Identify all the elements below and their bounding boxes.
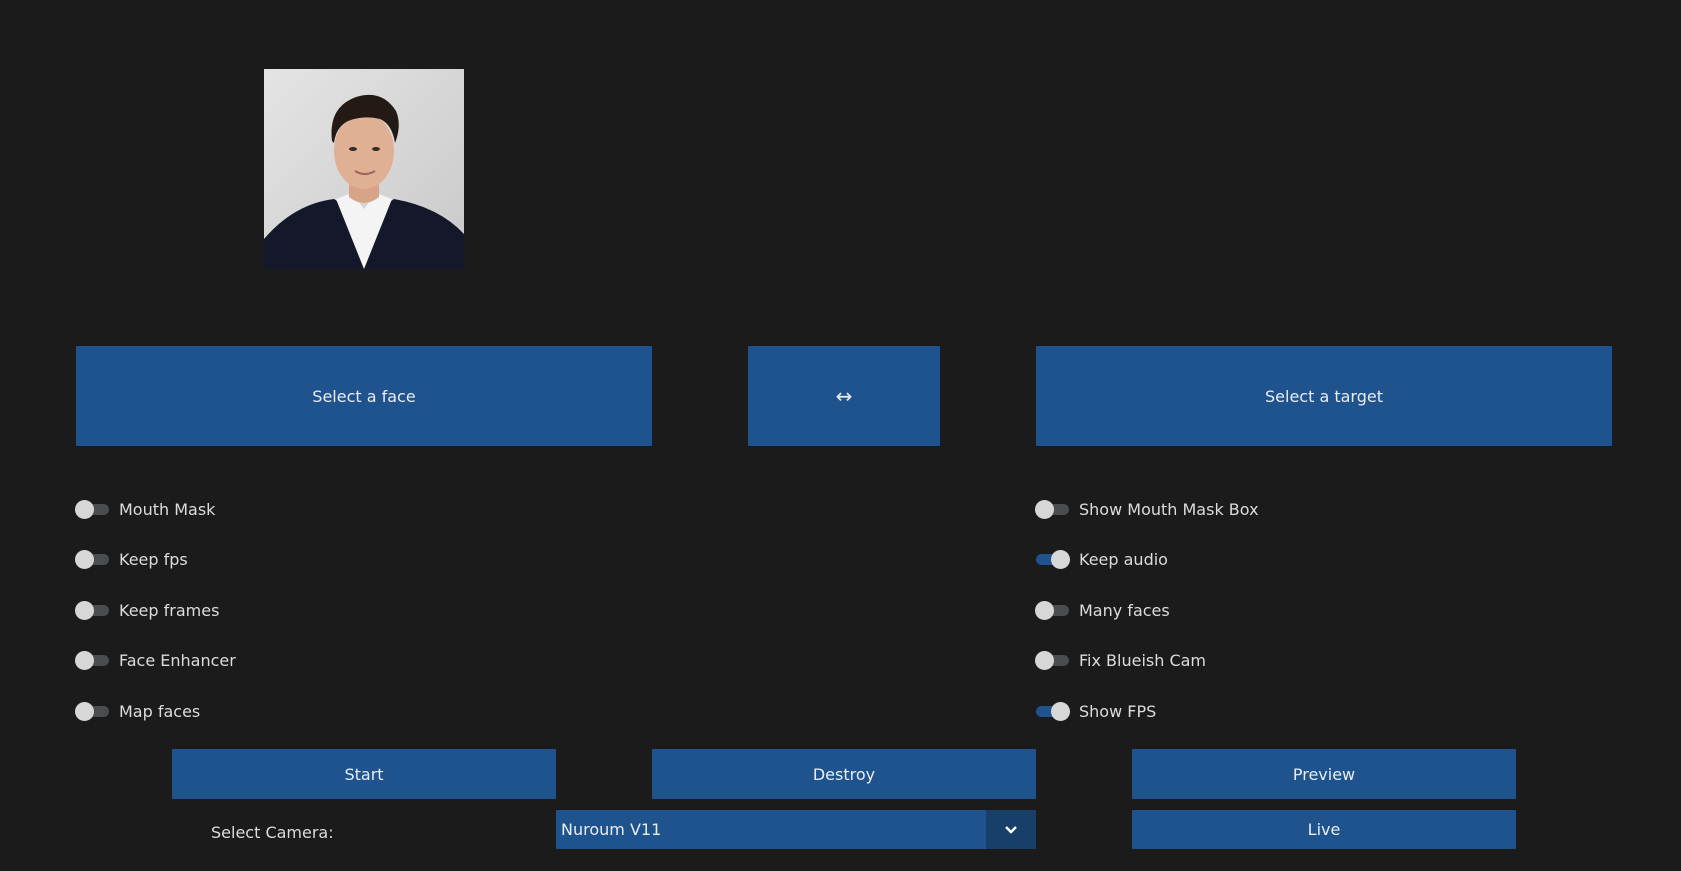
- switch-face-enhancer[interactable]: Face Enhancer: [75, 648, 236, 672]
- switch-map-faces[interactable]: Map faces: [75, 699, 201, 723]
- switch-label: Show FPS: [1079, 701, 1157, 721]
- live-button[interactable]: Live: [1132, 810, 1516, 849]
- toggle-knob: [1035, 600, 1054, 620]
- switch-mouth-mask[interactable]: Mouth Mask: [75, 497, 216, 521]
- toggle-switch[interactable]: [1035, 650, 1069, 670]
- chevron-down-icon[interactable]: [986, 810, 1036, 849]
- switch-label: Show Mouth Mask Box: [1079, 499, 1259, 519]
- switch-show-mouth-mask-box[interactable]: Show Mouth Mask Box: [1035, 497, 1259, 521]
- switch-label: Keep audio: [1079, 549, 1168, 569]
- toggle-switch[interactable]: [75, 499, 109, 519]
- toggle-knob: [75, 650, 94, 670]
- toggle-knob: [1051, 701, 1070, 721]
- toggle-switch[interactable]: [1036, 701, 1070, 721]
- toggle-knob: [1035, 650, 1054, 670]
- switch-keep-frames[interactable]: Keep frames: [75, 598, 220, 622]
- camera-label: Select Camera:: [211, 823, 334, 842]
- toggle-knob: [1051, 549, 1070, 569]
- toggle-switch[interactable]: [1035, 499, 1069, 519]
- switch-keep-fps[interactable]: Keep fps: [75, 547, 188, 571]
- camera-selected-value: Nuroum V11: [561, 820, 662, 839]
- switch-label: Map faces: [119, 701, 201, 721]
- toggle-switch[interactable]: [75, 650, 109, 670]
- start-button[interactable]: Start: [172, 749, 556, 799]
- camera-select[interactable]: Nuroum V11: [556, 810, 1036, 849]
- toggle-knob: [1035, 499, 1054, 519]
- switch-many-faces[interactable]: Many faces: [1035, 598, 1170, 622]
- toggle-switch[interactable]: [75, 701, 109, 721]
- toggle-knob: [75, 701, 94, 721]
- select-face-button[interactable]: Select a face: [76, 346, 652, 446]
- destroy-button[interactable]: Destroy: [652, 749, 1036, 799]
- toggle-knob: [75, 549, 94, 569]
- switch-label: Fix Blueish Cam: [1079, 650, 1207, 670]
- toggle-knob: [75, 499, 94, 519]
- switch-show-fps[interactable]: Show FPS: [1036, 699, 1156, 723]
- portrait-illustration: [264, 69, 464, 269]
- source-face-image: [264, 69, 464, 269]
- chevron-down-glyph: [1005, 825, 1017, 834]
- switch-label: Keep frames: [119, 600, 220, 620]
- switch-keep-audio[interactable]: Keep audio: [1036, 547, 1168, 571]
- toggle-switch[interactable]: [1035, 600, 1069, 620]
- switch-label: Mouth Mask: [119, 499, 216, 519]
- toggle-switch[interactable]: [75, 549, 109, 569]
- switch-label: Face Enhancer: [119, 650, 236, 670]
- toggle-knob: [75, 600, 94, 620]
- switch-fix-blueish-cam[interactable]: Fix Blueish Cam: [1035, 648, 1207, 672]
- select-target-button[interactable]: Select a target: [1036, 346, 1612, 446]
- toggle-switch[interactable]: [75, 600, 109, 620]
- swap-button[interactable]: ↔: [748, 346, 940, 446]
- preview-button[interactable]: Preview: [1132, 749, 1516, 799]
- switch-label: Keep fps: [119, 549, 188, 569]
- switch-label: Many faces: [1079, 600, 1170, 620]
- toggle-switch[interactable]: [1036, 549, 1070, 569]
